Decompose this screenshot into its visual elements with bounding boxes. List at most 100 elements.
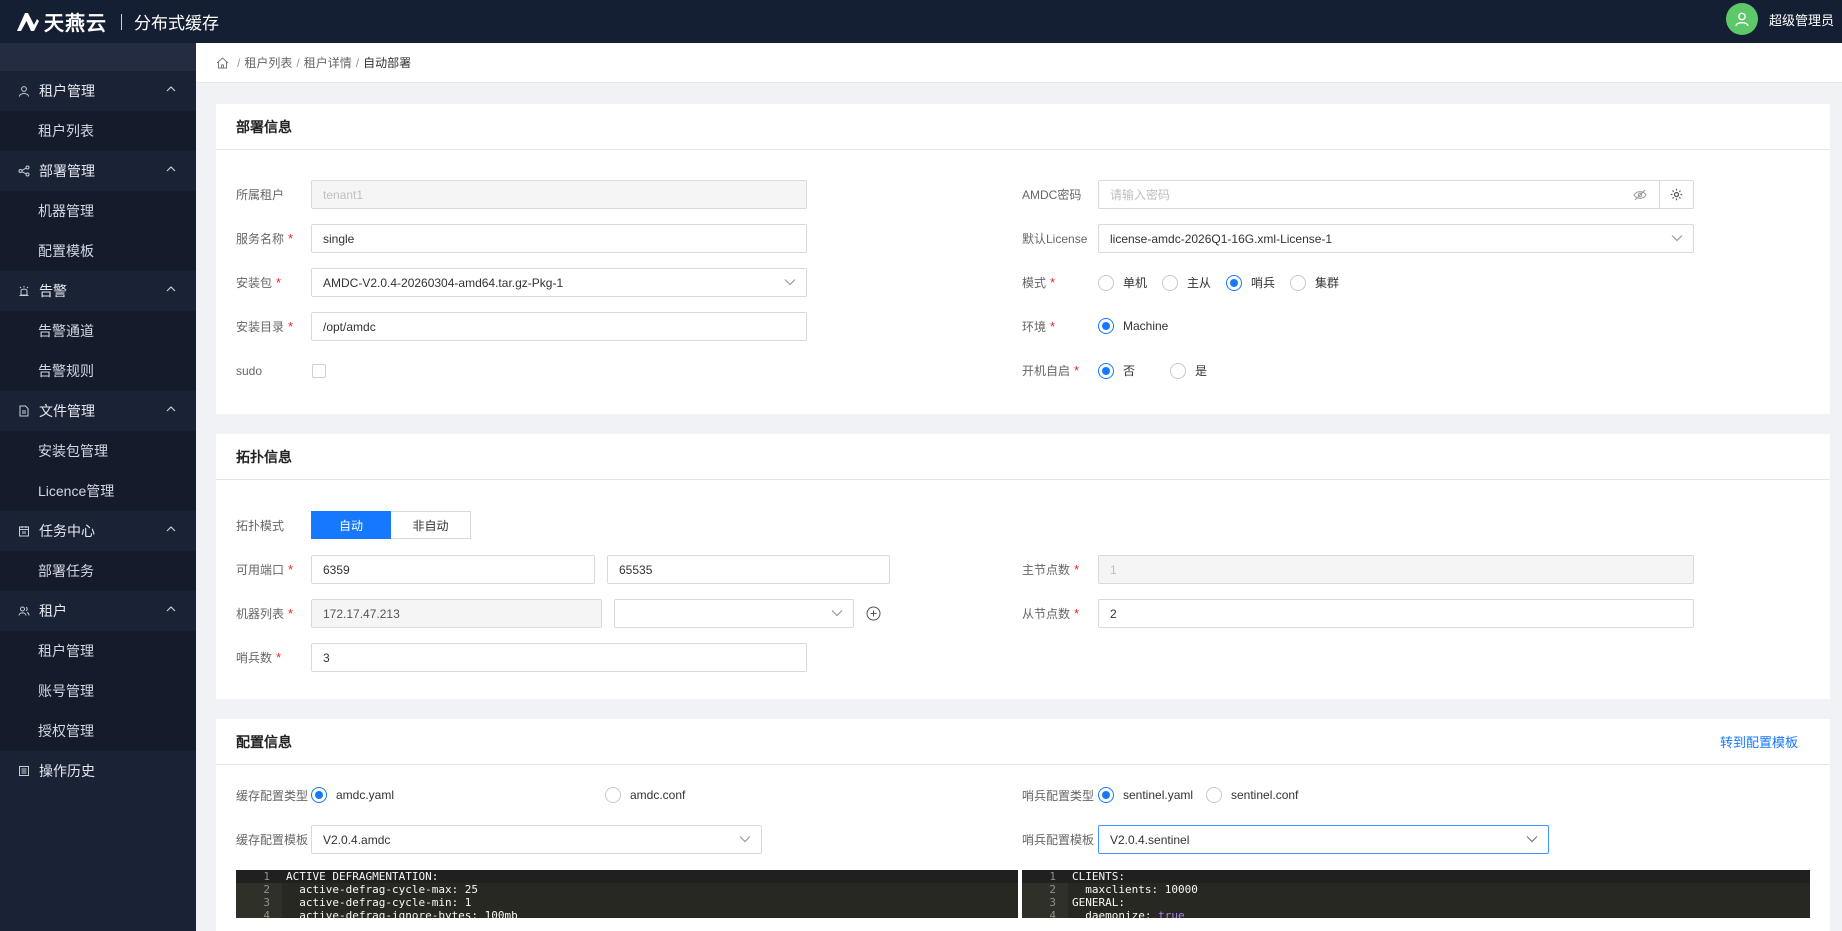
menu-group-tenant-mgmt[interactable]: 租户管理 xyxy=(0,71,196,111)
env-field: 环境 * xyxy=(1022,312,1055,341)
field-label: 安装包 xyxy=(236,276,273,290)
sidebar-item-alarm-rules[interactable]: 告警规则 xyxy=(0,351,196,391)
menu-group-deploy-mgmt[interactable]: 部署管理 xyxy=(0,151,196,191)
sidebar-item-tenant-list[interactable]: 租户列表 xyxy=(0,111,196,151)
password-field: AMDC密码 xyxy=(1022,180,1081,209)
sentinel-type-radio-conf[interactable]: sentinel.conf xyxy=(1206,787,1298,803)
install-dir-input[interactable]: /opt/amdc xyxy=(311,312,807,341)
sidebar-item-auth-mgmt[interactable]: 授权管理 xyxy=(0,711,196,751)
package-field: 安装包 * xyxy=(236,268,281,297)
menu-group-task-center[interactable]: 任务中心 xyxy=(0,511,196,551)
code-line: 1 ACTIVE DEFRAGMENTATION: xyxy=(236,870,1018,883)
code-value: true xyxy=(1151,909,1185,918)
autostart-radio-no[interactable]: 否 xyxy=(1098,362,1135,379)
line-number: 3 xyxy=(1049,896,1056,909)
cache-type-radio-conf[interactable]: amdc.conf xyxy=(605,787,685,803)
password-input[interactable]: 请输入密码 xyxy=(1098,180,1694,209)
code-text: ACTIVE DEFRAGMENTATION: xyxy=(286,870,439,883)
radio-label: 主从 xyxy=(1187,276,1212,290)
menu-group-alarm[interactable]: 告警 xyxy=(0,271,196,311)
sidebar-item-alarm-channel[interactable]: 告警通道 xyxy=(0,311,196,351)
env-radio-machine[interactable]: Machine xyxy=(1098,318,1168,334)
gear-icon xyxy=(1670,188,1683,201)
machine-ip-input[interactable]: 172.17.47.213 xyxy=(311,599,602,628)
mode-radio-master-slave[interactable]: 主从 xyxy=(1162,274,1211,291)
radio-dot xyxy=(1098,318,1114,334)
tenant-input[interactable]: tenant1 xyxy=(311,180,807,209)
topology-mode-manual[interactable]: 非自动 xyxy=(391,511,471,539)
user-menu[interactable]: 超级管理员 xyxy=(1725,3,1834,35)
user-name: 超级管理员 xyxy=(1768,12,1834,28)
code-value: 10000 xyxy=(1158,883,1198,896)
port-max-input[interactable]: 65535 xyxy=(607,555,890,584)
mode-radio-standalone[interactable]: 单机 xyxy=(1098,274,1147,291)
menu-group-file-mgmt[interactable]: 文件管理 xyxy=(0,391,196,431)
field-label: 安装目录 xyxy=(236,320,285,334)
cache-type-radio-yaml[interactable]: amdc.yaml xyxy=(311,787,394,803)
plus-circle-icon xyxy=(866,606,881,621)
password-placeholder: 请输入密码 xyxy=(1110,188,1171,202)
license-select[interactable]: license-amdc-2026Q1-16G.xml-License-1 xyxy=(1098,224,1694,253)
goto-template-link[interactable]: 转到配置模板 xyxy=(1720,732,1798,751)
sidebar-item-config-template[interactable]: 配置模板 xyxy=(0,231,196,271)
sentinel-template-select[interactable]: V2.0.4.sentinel xyxy=(1098,825,1549,854)
required-mark: * xyxy=(288,231,294,246)
service-name-field: 服务名称 * xyxy=(236,224,293,253)
sentinel-count-input[interactable]: 3 xyxy=(311,643,807,672)
service-name-input[interactable]: single xyxy=(311,224,807,253)
password-settings-button[interactable] xyxy=(1659,180,1693,209)
master-count-input[interactable]: 1 xyxy=(1098,555,1694,584)
radio-label: 否 xyxy=(1123,364,1136,378)
sidebar-item-account-mgmt[interactable]: 账号管理 xyxy=(0,671,196,711)
add-machine-button[interactable] xyxy=(866,606,881,621)
ports-field: 可用端口 * xyxy=(236,555,293,584)
sidebar: 租户管理 租户列表 部署管理 机器管理 配置模板 告警 告警通道 告警规则 文件… xyxy=(0,43,196,931)
slave-count-field: 从节点数 * xyxy=(1022,599,1079,628)
required-mark: * xyxy=(276,650,282,665)
calendar-icon xyxy=(18,525,30,537)
cache-config-editor[interactable]: 1 ACTIVE DEFRAGMENTATION: 2 active-defrag… xyxy=(236,870,1018,918)
breadcrumb-item[interactable]: 租户详情 xyxy=(304,54,352,71)
sidebar-item-tenant-manage[interactable]: 租户管理 xyxy=(0,631,196,671)
cache-template-select[interactable]: V2.0.4.amdc xyxy=(311,825,762,854)
field-label: AMDC密码 xyxy=(1022,188,1082,202)
breadcrumb-item[interactable]: 租户列表 xyxy=(244,54,292,71)
port-min-input[interactable]: 6359 xyxy=(311,555,595,584)
mode-radio-sentinel[interactable]: 哨兵 xyxy=(1226,274,1275,291)
radio-label: 单机 xyxy=(1123,276,1148,290)
logo[interactable]: 天燕云 xyxy=(14,7,107,36)
package-select[interactable]: AMDC-V2.0.4-20260304-amd64.tar.gz-Pkg-1 xyxy=(311,268,807,297)
avatar[interactable] xyxy=(1725,3,1758,35)
users-icon xyxy=(18,605,30,617)
sidebar-item-machine-mgmt[interactable]: 机器管理 xyxy=(0,191,196,231)
breadcrumb-current: 自动部署 xyxy=(363,56,412,70)
sentinel-type-radio-yaml[interactable]: sentinel.yaml xyxy=(1098,787,1193,803)
topology-mode-segmented: 自动 非自动 xyxy=(311,511,471,539)
radio-dot xyxy=(1170,362,1186,379)
radio-label: amdc.conf xyxy=(630,788,686,802)
sidebar-item-licence-mgmt[interactable]: Licence管理 xyxy=(0,471,196,511)
machine-select[interactable] xyxy=(614,599,854,628)
breadcrumb-separator: / xyxy=(296,55,300,70)
chevron-down-icon xyxy=(784,279,796,286)
sidebar-item-deploy-task[interactable]: 部署任务 xyxy=(0,551,196,591)
file-icon xyxy=(18,405,30,417)
divider xyxy=(121,13,122,30)
sudo-checkbox[interactable] xyxy=(312,364,326,378)
chevron-up-icon xyxy=(166,526,176,532)
field-label: 模式 xyxy=(1022,276,1047,290)
menu-group-history[interactable]: 操作历史 xyxy=(0,751,196,791)
home-icon[interactable] xyxy=(216,56,229,69)
sentinel-config-editor[interactable]: 1 CLIENTS: 2 maxclients: 10000 3 GENERAL: … xyxy=(1022,870,1810,918)
code-line: 2 active-defrag-cycle-max: 25 xyxy=(236,883,1018,896)
eye-hidden-icon[interactable] xyxy=(1633,189,1647,201)
select-value: V2.0.4.sentinel xyxy=(1110,832,1190,847)
sidebar-item-package-mgmt[interactable]: 安装包管理 xyxy=(0,431,196,471)
slave-count-input[interactable]: 2 xyxy=(1098,599,1694,628)
topology-mode-auto[interactable]: 自动 xyxy=(311,511,391,539)
deploy-info-card: 部署信息 所属租户 tenant1 服务名称 * single 安装包 * AMDC… xyxy=(216,104,1830,414)
menu-group-tenant[interactable]: 租户 xyxy=(0,591,196,631)
autostart-radio-yes[interactable]: 是 xyxy=(1170,362,1207,379)
mode-radio-cluster[interactable]: 集群 xyxy=(1290,274,1339,291)
radio-dot xyxy=(605,787,621,803)
